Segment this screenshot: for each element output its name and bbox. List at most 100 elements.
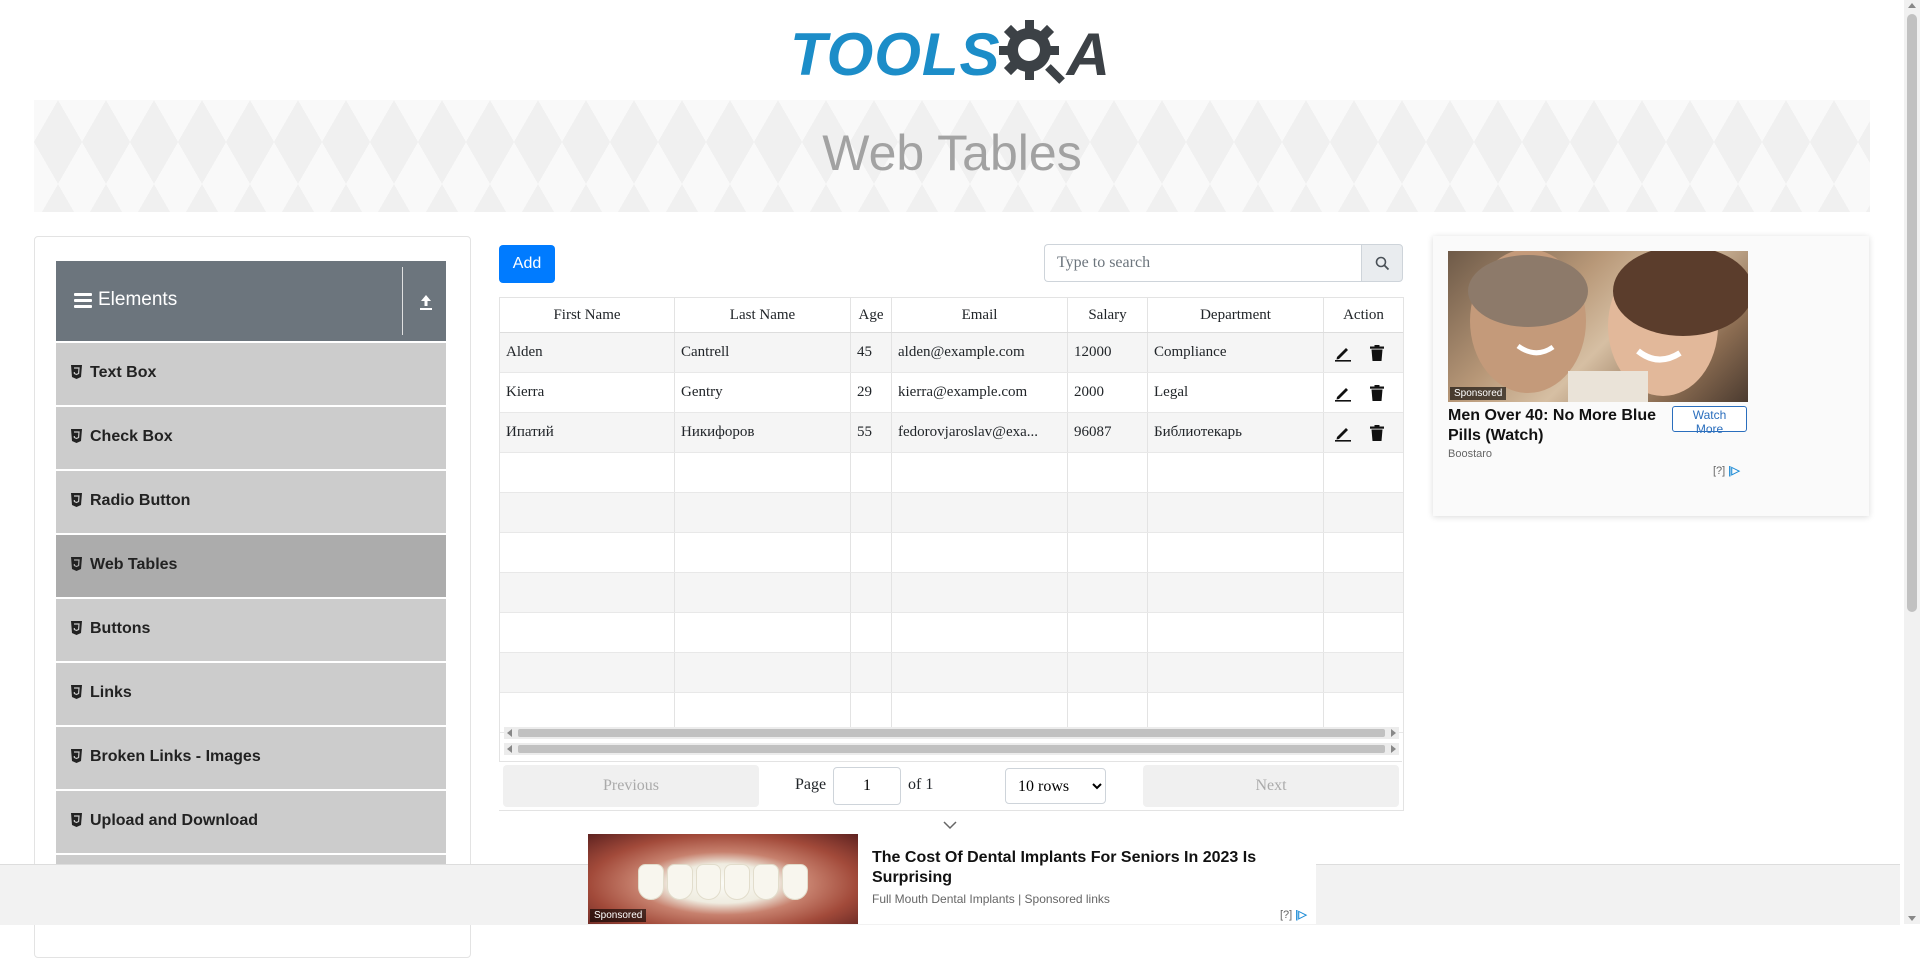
cell-department [1148,653,1324,692]
scrollbar-thumb[interactable] [518,729,1385,737]
sidebar-item-links[interactable]: Links [56,663,446,725]
hamburger-icon [74,293,92,309]
sidebar-item-upload-and-download[interactable]: Upload and Download [56,791,446,853]
scroll-left-arrow-icon[interactable] [507,745,512,753]
ad-headline[interactable]: Men Over 40: No More Blue Pills (Watch) [1448,406,1668,446]
page-label: Page [795,776,827,793]
ad-source[interactable]: Boostaro [1448,448,1492,460]
collapse-arrow-icon[interactable] [418,293,434,311]
column-header-department[interactable]: Department [1148,298,1324,332]
cell-department: Библиотекарь [1148,413,1324,452]
sidebar-item-radio-button[interactable]: Radio Button [56,471,446,533]
cell-first-name: Ипатий [500,413,675,452]
previous-button[interactable]: Previous [503,765,759,807]
teeth-graphic [638,864,808,900]
page-banner: Web Tables [34,100,1870,212]
html5-icon [71,557,82,571]
ad-cta-button[interactable]: Watch More [1672,406,1747,436]
cell-action [1324,413,1403,452]
horizontal-scrollbar[interactable] [504,727,1399,739]
search-button[interactable] [1361,244,1403,282]
cell-last-name [675,493,851,532]
delete-icon[interactable] [1368,384,1386,402]
sidebar-item-check-box[interactable]: Check Box [56,407,446,469]
column-header-last-name[interactable]: Last Name [675,298,851,332]
cell-last-name: Cantrell [675,333,851,372]
cell-age [851,613,892,652]
sidebar-item-text-box[interactable]: Text Box [56,343,446,405]
sponsored-label: Sponsored [1450,387,1507,400]
delete-icon[interactable] [1368,344,1386,362]
sidebar-item-broken-links-images[interactable]: Broken Links - Images [56,727,446,789]
scrollbar-thumb[interactable] [518,745,1385,753]
cell-salary: 12000 [1068,333,1148,372]
cell-age: 45 [851,333,892,372]
cell-first-name: Kierra [500,373,675,412]
cell-last-name [675,453,851,492]
column-header-salary[interactable]: Salary [1068,298,1148,332]
sidebar-item-label: Web Tables [90,556,178,573]
next-button[interactable]: Next [1143,765,1399,807]
column-header-first-name[interactable]: First Name [500,298,675,332]
sidebar-item-web-tables[interactable]: Web Tables [56,535,446,597]
adchoices-icon[interactable]: |▷ [1295,909,1307,921]
sidebar-item-label: Text Box [90,364,157,381]
scroll-up-arrow-icon[interactable] [1908,3,1916,8]
edit-icon[interactable] [1334,424,1352,442]
cell-last-name [675,653,851,692]
edit-icon[interactable] [1334,344,1352,362]
edit-icon[interactable] [1334,384,1352,402]
ad-info-label[interactable]: [?] [1713,465,1725,477]
cell-email [892,613,1068,652]
search-icon [1375,256,1390,271]
sidebar-item-buttons[interactable]: Buttons [56,599,446,661]
horizontal-scrollbar[interactable] [504,743,1399,755]
cell-last-name [675,573,851,612]
html5-icon [71,685,82,699]
ad-image[interactable]: Sponsored [588,834,858,924]
cell-email [892,493,1068,532]
scrollbar-thumb[interactable] [1907,14,1917,612]
sidebar-group-elements[interactable]: Elements [56,261,446,341]
delete-icon[interactable] [1368,424,1386,442]
cell-age: 29 [851,373,892,412]
page-scrollbar[interactable] [1904,0,1920,924]
table-row [500,573,1403,613]
ad-choices[interactable]: [?] |▷ [1280,908,1307,921]
scroll-right-arrow-icon[interactable] [1391,729,1396,737]
divider [402,267,403,335]
search-input[interactable] [1044,244,1362,282]
cell-department [1148,613,1324,652]
scroll-right-arrow-icon[interactable] [1391,745,1396,753]
chevron-down-icon[interactable] [943,820,957,830]
scroll-left-arrow-icon[interactable] [507,729,512,737]
cell-age [851,453,892,492]
cell-last-name: Никифоров [675,413,851,452]
ad-info-label[interactable]: [?] [1280,909,1292,921]
cell-email [892,453,1068,492]
sidebar-advertisement[interactable]: Sponsored Men Over 40: No More Blue Pill… [1433,236,1869,516]
html5-icon [71,749,82,763]
add-record-button[interactable]: Add [499,245,555,283]
adchoices-icon[interactable]: |▷ [1728,465,1740,477]
ad-image[interactable]: Sponsored [1448,251,1748,402]
bottom-advertisement[interactable]: Sponsored The Cost Of Dental Implants Fo… [588,834,1316,924]
toolsqa-logo[interactable]: TOOLS A [790,14,1115,90]
column-header-email[interactable]: Email [892,298,1068,332]
cell-age [851,573,892,612]
scroll-down-arrow-icon[interactable] [1908,916,1916,921]
table-row: Ипатий Никифоров 55 fedorovjaroslav@exa... 9… [500,413,1403,453]
ad-choices[interactable]: [?] |▷ [1713,464,1740,477]
rows-per-page-select[interactable]: 10 rows [1005,768,1106,804]
sidebar-menu: Text Box Check Box Radio Button Web Tabl… [56,341,446,917]
cell-department [1148,533,1324,572]
ad-headline[interactable]: The Cost Of Dental Implants For Seniors … [872,848,1292,888]
column-header-age[interactable]: Age [851,298,892,332]
cell-action [1324,533,1403,572]
ad-source[interactable]: Full Mouth Dental Implants | Sponsored l… [872,892,1110,906]
cell-department: Compliance [1148,333,1324,372]
cell-first-name [500,533,675,572]
cell-first-name [500,653,675,692]
page-number-input[interactable] [833,767,901,805]
cell-first-name [500,493,675,532]
